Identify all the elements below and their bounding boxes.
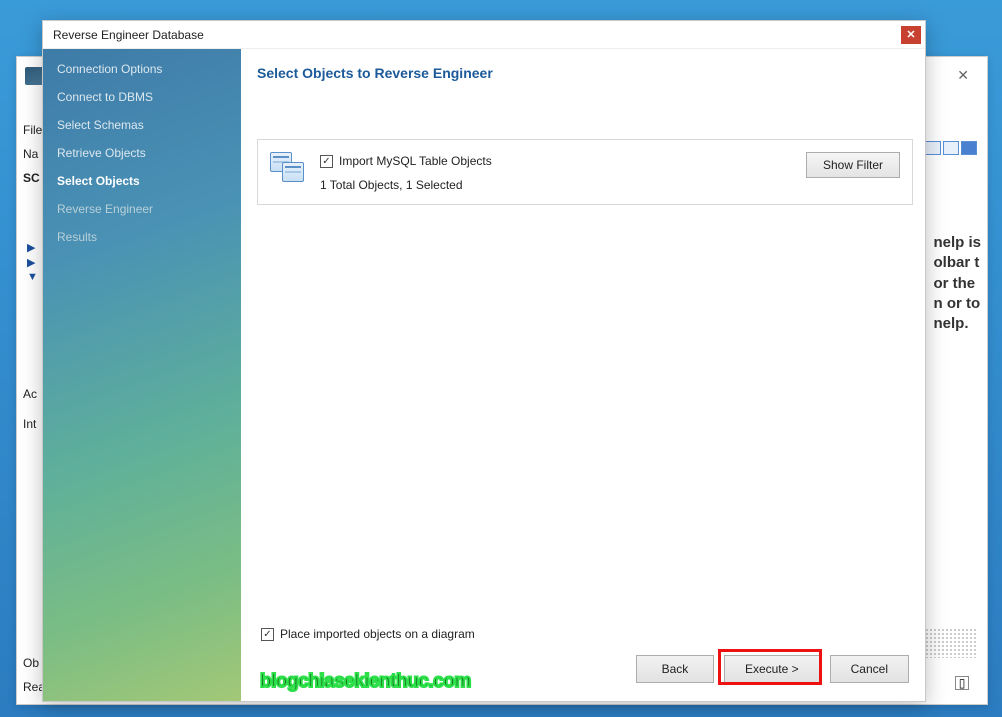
sidebar-item-select-objects[interactable]: Select Objects (43, 167, 241, 195)
close-button[interactable]: ✕ (901, 26, 921, 44)
bg-int-label: Int (23, 417, 36, 431)
bg-help-text: nelp is olbar t or the n or to nelp. (933, 233, 981, 334)
object-selection-box: ✓ Import MySQL Table Objects 1 Total Obj… (257, 139, 913, 205)
sidebar-item-results[interactable]: Results (43, 223, 241, 251)
bg-na-label: Na (23, 147, 42, 161)
show-filter-button[interactable]: Show Filter (806, 152, 900, 178)
sidebar-item-connection-options[interactable]: Connection Options (43, 55, 241, 83)
execute-button[interactable]: Execute > (724, 655, 820, 683)
wizard-sidebar: Connection Options Connect to DBMS Selec… (43, 49, 241, 701)
import-label: Import MySQL Table Objects (339, 154, 492, 168)
bg-sc-label: SC (23, 171, 42, 185)
bg-resize-grip (917, 628, 977, 658)
page-heading: Select Objects to Reverse Engineer (257, 65, 913, 81)
place-on-diagram-checkbox[interactable]: ✓ Place imported objects on a diagram (261, 627, 913, 641)
title-bar: Reverse Engineer Database ✕ (43, 21, 925, 49)
cancel-button[interactable]: Cancel (830, 655, 909, 683)
bg-close-icon[interactable]: ✕ (957, 67, 969, 84)
bg-tree-arrows: ▶▶▼ (27, 241, 38, 283)
place-diagram-label: Place imported objects on a diagram (280, 627, 475, 641)
sidebar-item-retrieve-objects[interactable]: Retrieve Objects (43, 139, 241, 167)
bg-left-labels: File Na SC (23, 123, 42, 185)
sidebar-item-reverse-engineer[interactable]: Reverse Engineer (43, 195, 241, 223)
bg-layout-icons (925, 141, 977, 155)
sidebar-item-connect-dbms[interactable]: Connect to DBMS (43, 83, 241, 111)
watermark: blogchiasekienthuc.com (260, 671, 471, 693)
main-panel: Select Objects to Reverse Engineer ✓ Imp… (241, 49, 925, 701)
import-tables-checkbox[interactable]: ✓ Import MySQL Table Objects (320, 154, 792, 168)
object-count-text: 1 Total Objects, 1 Selected (320, 178, 792, 192)
checkbox-icon: ✓ (261, 628, 274, 641)
checkbox-icon: ✓ (320, 155, 333, 168)
bg-ob-label: Ob (23, 656, 39, 670)
back-button[interactable]: Back (636, 655, 714, 683)
reverse-engineer-dialog: Reverse Engineer Database ✕ Connection O… (42, 20, 926, 702)
bg-panel-icon[interactable]: ▯ (955, 676, 969, 690)
bg-file-label: File (23, 123, 42, 137)
bg-ac-label: Ac (23, 387, 37, 401)
sidebar-item-select-schemas[interactable]: Select Schemas (43, 111, 241, 139)
dialog-title: Reverse Engineer Database (53, 28, 204, 42)
tables-icon (270, 152, 306, 184)
